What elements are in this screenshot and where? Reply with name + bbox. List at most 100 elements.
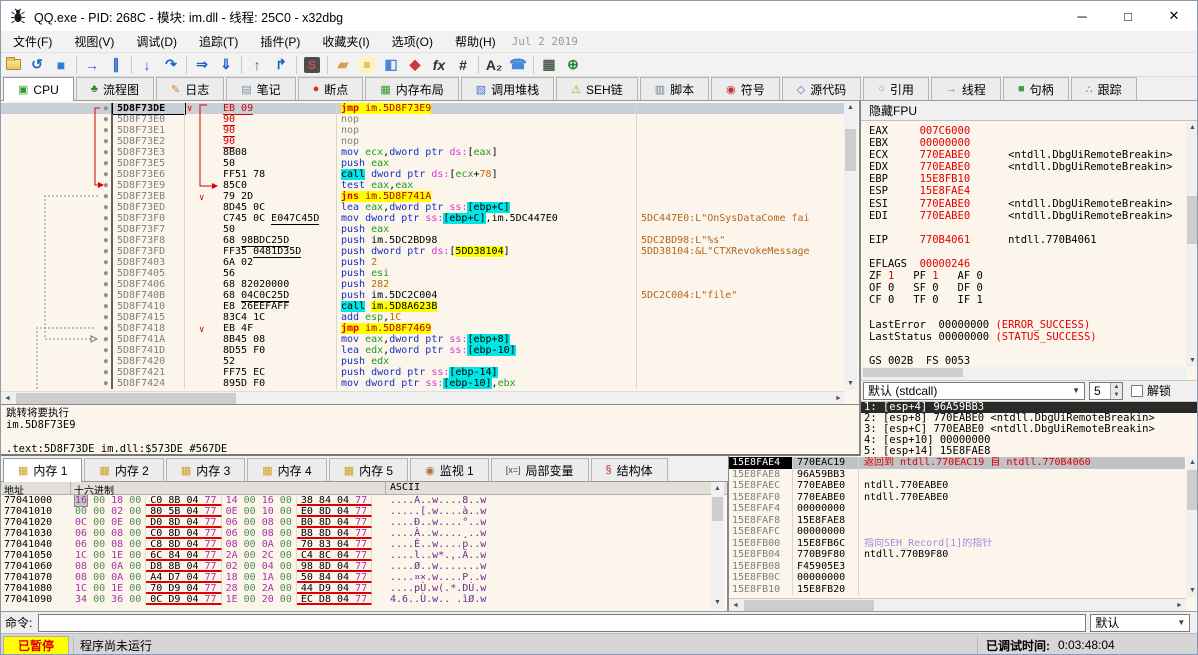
stack-row[interactable]: 15E8FB04770B9F80ntdll.770B9F80 bbox=[729, 549, 1185, 561]
calculator-icon[interactable]: ▦ bbox=[537, 54, 561, 76]
stack-horizontal-scrollbar[interactable]: ◄► bbox=[729, 598, 1186, 611]
command-mode-dropdown[interactable]: 默认 ▼ bbox=[1090, 614, 1190, 632]
tab-笔记[interactable]: ▤笔记 bbox=[226, 77, 295, 100]
step-into-icon[interactable]: ↓ bbox=[135, 54, 159, 76]
menu-item[interactable]: 调试(D) bbox=[126, 31, 187, 52]
close-button[interactable]: ✕ bbox=[1151, 1, 1197, 31]
breakpoint-dot[interactable]: ● bbox=[1, 224, 113, 235]
execute-till-return-icon[interactable]: ↑ bbox=[245, 54, 269, 76]
dump-row[interactable]: 7704104006 00 08 00C8 8D 04 7708 00 0A 0… bbox=[1, 539, 711, 550]
register-line[interactable]: OF 0 SF 0 DF 0 bbox=[869, 282, 1185, 294]
breakpoint-dot[interactable]: ● bbox=[1, 312, 113, 323]
unlock-checkbox[interactable] bbox=[1131, 385, 1143, 397]
menu-item[interactable]: 文件(F) bbox=[3, 31, 62, 52]
register-line[interactable] bbox=[869, 306, 1185, 318]
breakpoint-dot[interactable]: ● bbox=[1, 180, 113, 191]
disasm-row[interactable]: ●5D8F73DEEB 09jmp im.5D8F73E9 bbox=[1, 103, 847, 114]
hash-icon[interactable]: # bbox=[451, 54, 475, 76]
stack-row[interactable]: 15E8FB1015E8FB20 bbox=[729, 584, 1185, 596]
stack-row[interactable]: 15E8FB0015E8FB6C指向SEH_Record[1]的指针 bbox=[729, 538, 1185, 550]
disasm-row[interactable]: ●5D8F73E090nop bbox=[1, 114, 847, 125]
tab-符号[interactable]: ◉符号 bbox=[711, 77, 780, 100]
hide-fpu-button[interactable]: 隐藏FPU bbox=[869, 102, 917, 119]
menu-item[interactable]: 追踪(T) bbox=[189, 31, 248, 52]
disasm-row[interactable]: ●5D8F740B68 04C0C25Dpush im.5DC2C0045DC2… bbox=[1, 290, 847, 301]
register-line[interactable]: EIP 770B4061 ntdll.770B4061 bbox=[869, 234, 1185, 246]
pause-icon[interactable]: ∥ bbox=[104, 54, 128, 76]
disasm-row[interactable]: ●5D8F73E290nop bbox=[1, 136, 847, 147]
tab-源代码[interactable]: ◇源代码 bbox=[782, 77, 861, 100]
run-to-user-code-icon[interactable]: ⇒ bbox=[190, 54, 214, 76]
disasm-row[interactable]: ●5D8F740668 82020000push 282 bbox=[1, 279, 847, 290]
spin-down-icon[interactable]: ▼ bbox=[1111, 391, 1122, 399]
tab-cpu[interactable]: ▣CPU bbox=[3, 77, 74, 101]
tab-内存 1[interactable]: ▦内存 1 bbox=[3, 458, 82, 482]
stop-icon[interactable]: ■ bbox=[49, 54, 73, 76]
tab-调用堆栈[interactable]: ▧调用堆栈 bbox=[461, 77, 554, 100]
disasm-row[interactable]: ●5D8F741583C4 1Cadd esp,1C bbox=[1, 312, 847, 323]
breakpoint-dot[interactable]: ● bbox=[1, 356, 113, 367]
dump-row[interactable]: 770410801C 00 1E 0070 D9 04 7728 00 2A 0… bbox=[1, 583, 711, 594]
breakpoint-dot[interactable]: ● bbox=[1, 301, 113, 312]
disasm-row[interactable]: ●5D8F73F750push eax bbox=[1, 224, 847, 235]
breakpoint-dot[interactable]: ● bbox=[1, 323, 113, 334]
breakpoint-dot[interactable]: ● bbox=[1, 345, 113, 356]
stack-row[interactable]: 15E8FAF815E8FAE8 bbox=[729, 515, 1185, 527]
register-line[interactable]: LastStatus 00000000 (STATUS_SUCCESS) bbox=[869, 331, 1185, 343]
attach-icon[interactable]: ☎ bbox=[506, 54, 530, 76]
step-out-icon[interactable]: ⇓ bbox=[214, 54, 238, 76]
disasm-row[interactable]: ●5D8F73F868 98BDC25Dpush im.5DC2BD985DC2… bbox=[1, 235, 847, 246]
disasm-row[interactable]: ●5D8F73E550push eax bbox=[1, 158, 847, 169]
stack-row[interactable]: 15E8FAF0770EABE0ntdll.770EABE0 bbox=[729, 492, 1185, 504]
disasm-row[interactable]: ●5D8F740556push esi bbox=[1, 268, 847, 279]
tab-内存 5[interactable]: ▦内存 5 bbox=[329, 458, 408, 481]
disasm-row[interactable]: ●5D8F73E38B08mov ecx,dword ptr ds:[eax] bbox=[1, 147, 847, 158]
disasm-vertical-scrollbar[interactable]: ▲▼ bbox=[844, 101, 857, 390]
registers-vertical-scrollbar[interactable]: ▲▼ bbox=[1186, 121, 1198, 367]
open-file-icon[interactable] bbox=[1, 54, 25, 76]
dump-row[interactable]: 770410200C 00 0E 00D0 8D 04 7706 00 08 0… bbox=[1, 517, 711, 528]
register-line[interactable]: EDI 770EABE0 <ntdll.DbgUiRemoteBreakin> bbox=[869, 210, 1185, 222]
menu-item[interactable]: 帮助(H) bbox=[445, 31, 506, 52]
argument-count-spinner[interactable]: 5 ▲▼ bbox=[1089, 382, 1123, 400]
labels-icon[interactable]: ◧ bbox=[379, 54, 403, 76]
dump-row[interactable]: 770410501C 00 1E 006C 84 04 772A 00 2C 0… bbox=[1, 550, 711, 561]
calling-convention-dropdown[interactable]: 默认 (stdcall) ▼ bbox=[863, 382, 1085, 400]
restart-icon[interactable]: ↺ bbox=[25, 54, 49, 76]
breakpoint-dot[interactable]: ● bbox=[1, 136, 113, 147]
breakpoint-dot[interactable]: ● bbox=[1, 334, 113, 345]
breakpoint-dot[interactable]: ● bbox=[1, 191, 113, 202]
tab-引用[interactable]: ○引用 bbox=[863, 77, 929, 100]
disasm-row[interactable]: ●5D8F7418EB 4Fjmp im.5D8F7469 bbox=[1, 323, 847, 334]
disasm-row[interactable]: ●5D8F74036A 02push 2 bbox=[1, 257, 847, 268]
functions-icon[interactable]: fx bbox=[427, 54, 451, 76]
browser-icon[interactable]: ⊕ bbox=[561, 54, 585, 76]
breakpoint-dot[interactable]: ● bbox=[1, 213, 113, 224]
stack-row[interactable]: 15E8FAFC00000000 bbox=[729, 526, 1185, 538]
breakpoint-dot[interactable]: ● bbox=[1, 169, 113, 180]
stack-row[interactable]: 15E8FAEC770EABE0ntdll.770EABE0 bbox=[729, 480, 1185, 492]
register-line[interactable]: EAX 007C6000 bbox=[869, 125, 1185, 137]
tab-断点[interactable]: ●断点 bbox=[298, 77, 364, 100]
stack-row[interactable]: 15E8FB0C00000000 bbox=[729, 572, 1185, 584]
step-over-icon[interactable]: ↷ bbox=[159, 54, 183, 76]
dump-row[interactable]: 7704107008 00 0A 00A4 D7 04 7718 00 1A 0… bbox=[1, 572, 711, 583]
argument-row[interactable]: 5: [esp+14] 15E8FAE8 bbox=[861, 446, 1198, 456]
disasm-row[interactable]: ●5D8F741D8D55 F0lea edx,dword ptr ss:[eb… bbox=[1, 345, 847, 356]
strings-icon[interactable]: S bbox=[300, 54, 324, 76]
tab-跟踪[interactable]: ∴跟踪 bbox=[1071, 77, 1137, 100]
stack-row[interactable]: 15E8FB08F45905E3 bbox=[729, 561, 1185, 573]
disasm-row[interactable]: ●5D8F73E985C0test eax,eax bbox=[1, 180, 847, 191]
breakpoint-dot[interactable]: ● bbox=[1, 378, 113, 389]
tab-内存 3[interactable]: ▦内存 3 bbox=[166, 458, 245, 481]
breakpoint-dot[interactable]: ● bbox=[1, 290, 113, 301]
breakpoint-dot[interactable]: ● bbox=[1, 257, 113, 268]
disasm-row[interactable]: ●5D8F73F0C745 0C E047C45Dmov dword ptr s… bbox=[1, 213, 847, 224]
breakpoint-dot[interactable]: ● bbox=[1, 279, 113, 290]
stack-row[interactable]: 15E8FAE896A59BB3 bbox=[729, 469, 1185, 481]
register-line[interactable] bbox=[869, 222, 1185, 234]
font-icon[interactable]: A₂ bbox=[482, 54, 506, 76]
dump-header-hex[interactable]: 十六进制 bbox=[71, 482, 386, 494]
patch-icon[interactable]: ▰ bbox=[331, 54, 355, 76]
register-line[interactable]: EBX 00000000 bbox=[869, 137, 1185, 149]
